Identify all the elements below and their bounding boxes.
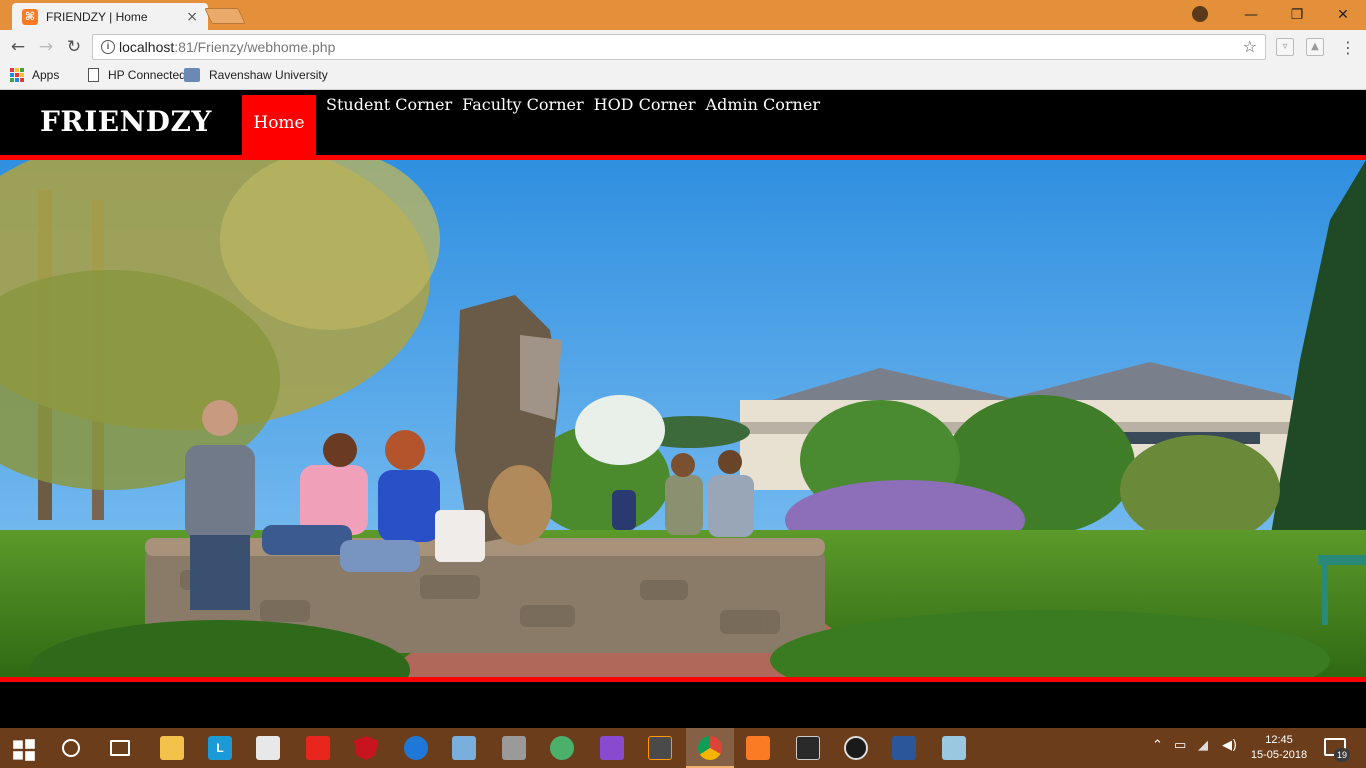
url-text[interactable]: localhost:81/Frienzy/webhome.php — [119, 39, 335, 55]
url-path: :81/Frienzy/webhome.php — [174, 39, 336, 55]
nav-home[interactable]: Home — [242, 95, 316, 156]
mcafee-icon[interactable] — [354, 736, 378, 760]
clock-time: 12:45 — [1265, 734, 1293, 746]
pocket-extension-icon[interactable]: ▿ — [1276, 38, 1294, 56]
forward-arrow-icon[interactable]: → — [34, 35, 58, 59]
l-app-icon[interactable]: L — [208, 736, 232, 760]
notification-count-badge: 19 — [1334, 748, 1350, 762]
chrome-icon[interactable] — [698, 736, 722, 760]
pdf-extension-icon[interactable]: ▲ — [1306, 38, 1324, 56]
store-icon[interactable] — [256, 736, 280, 760]
nav-student-corner[interactable]: Student Corner — [326, 95, 452, 114]
word-icon[interactable] — [892, 736, 916, 760]
terminal-icon[interactable] — [796, 736, 820, 760]
bookmark-ravenshaw-university[interactable]: Ravenshaw University — [184, 68, 328, 82]
bookmarks-bar: Apps HP Connected Ravenshaw University — [0, 63, 1366, 90]
tab-close-icon[interactable]: × — [186, 9, 198, 25]
bookmark-site-icon — [184, 68, 200, 82]
tools-icon[interactable] — [502, 736, 526, 760]
taskbar-clock[interactable]: 12:45 15-05-2018 — [1246, 733, 1312, 763]
browser-title-bar: ⌘ FRIENDZY | Home × — ❐ ✕ — [0, 0, 1366, 30]
nav-hod-corner[interactable]: HOD Corner — [594, 95, 696, 114]
minimize-button[interactable]: — — [1228, 0, 1274, 30]
nav-admin-corner[interactable]: Admin Corner — [706, 95, 820, 114]
reload-icon[interactable]: ↻ — [62, 35, 86, 59]
xampp-icon[interactable] — [746, 736, 770, 760]
speed-icon[interactable] — [844, 736, 868, 760]
browser-toolbar: ← → ↻ i localhost:81/Frienzy/webhome.php… — [0, 30, 1366, 63]
windows-start-icon[interactable] — [12, 738, 36, 762]
visual-studio-icon[interactable] — [600, 736, 624, 760]
nav-faculty-corner[interactable]: Faculty Corner — [462, 95, 583, 114]
show-hidden-icons-icon[interactable]: ⌃ — [1152, 738, 1163, 753]
3d-box-icon[interactable] — [452, 736, 476, 760]
hero-campus-image — [0, 160, 1366, 677]
address-bar[interactable]: i localhost:81/Frienzy/webhome.php ☆ — [92, 34, 1266, 60]
close-window-button[interactable]: ✕ — [1320, 0, 1366, 30]
task-view-icon[interactable] — [110, 740, 130, 756]
atom-icon[interactable] — [550, 736, 574, 760]
battery-icon[interactable]: ▭ — [1174, 738, 1186, 753]
bookmark-hp-connected[interactable]: HP Connected — [88, 68, 186, 82]
edge-icon[interactable] — [404, 736, 428, 760]
restore-button[interactable]: ❐ — [1274, 0, 1320, 30]
network-icon[interactable]: ◢ — [1198, 738, 1208, 753]
bookmark-star-icon[interactable]: ☆ — [1243, 37, 1257, 56]
bookmark-label: Ravenshaw University — [209, 68, 328, 82]
site-nav-links: Student Corner Faculty Corner HOD Corner… — [326, 95, 820, 114]
apps-grid-icon — [10, 68, 24, 82]
campus-photo — [0, 160, 1366, 677]
url-host: localhost — [119, 39, 175, 55]
browser-menu-icon[interactable]: ⋮ — [1340, 38, 1356, 57]
volume-icon[interactable]: ◀) — [1222, 738, 1237, 753]
file-explorer-icon[interactable] — [160, 736, 184, 760]
footer-band — [0, 682, 1366, 728]
profile-icon[interactable] — [1192, 6, 1208, 22]
sublime-icon[interactable] — [648, 736, 672, 760]
browser-tab[interactable]: ⌘ FRIENDZY | Home × — [12, 3, 208, 30]
clock-date: 15-05-2018 — [1250, 749, 1308, 761]
windows-taskbar: L ⌃ ▭ ◢ ◀) 12:45 15-05-2018 19 — [0, 728, 1366, 768]
bookmark-label: Apps — [32, 68, 60, 82]
back-arrow-icon[interactable]: ← — [6, 35, 30, 59]
info-icon[interactable]: i — [101, 40, 115, 54]
cortana-icon[interactable] — [62, 739, 80, 757]
bookmark-apps[interactable]: Apps — [10, 68, 59, 82]
notes-icon[interactable] — [942, 736, 966, 760]
red-app-icon[interactable] — [306, 736, 330, 760]
site-header: FRIENDZY Home Student Corner Faculty Cor… — [0, 91, 1366, 156]
tab-title: FRIENDZY | Home — [46, 9, 148, 24]
site-brand[interactable]: FRIENDZY — [40, 105, 212, 138]
new-tab-button[interactable] — [204, 8, 246, 24]
xampp-favicon-icon: ⌘ — [22, 8, 38, 25]
bookmark-label: HP Connected — [108, 68, 186, 82]
page-icon — [88, 68, 99, 82]
